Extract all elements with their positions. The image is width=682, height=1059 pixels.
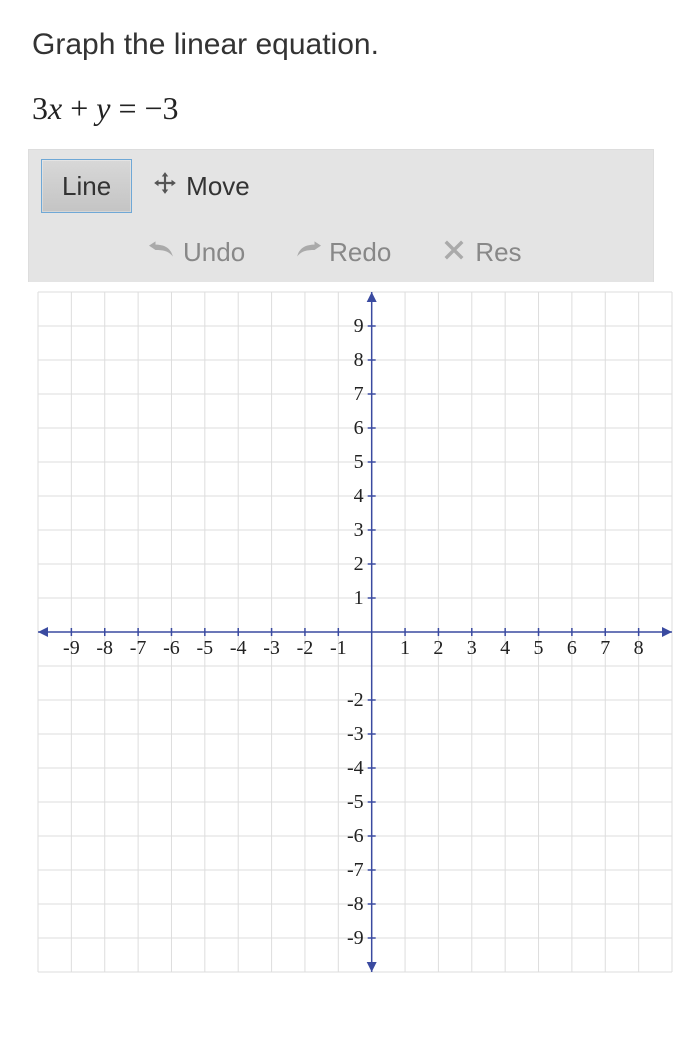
- undo-icon: [149, 237, 175, 268]
- svg-text:8: 8: [354, 349, 364, 371]
- svg-text:-4: -4: [347, 757, 364, 779]
- tool-mode-row: Line Move: [29, 150, 653, 222]
- coef: 3: [32, 90, 48, 126]
- svg-text:-3: -3: [263, 637, 280, 659]
- svg-text:8: 8: [634, 637, 644, 659]
- svg-text:-3: -3: [347, 723, 364, 745]
- svg-text:-6: -6: [163, 637, 180, 659]
- svg-text:2: 2: [433, 637, 443, 659]
- close-icon: [441, 237, 467, 268]
- svg-text:5: 5: [354, 451, 364, 473]
- redo-icon: [295, 237, 321, 268]
- svg-text:-7: -7: [347, 859, 364, 881]
- svg-text:-9: -9: [63, 637, 80, 659]
- svg-text:4: 4: [354, 485, 364, 507]
- coordinate-grid[interactable]: -9 -8 -7 -6 -5 -4 -3 -2 -1 1 2 3 4 5 6 7 8 -9 -8 -7 -6 -5 -4 -3…: [28, 282, 682, 982]
- graph-canvas[interactable]: -9 -8 -7 -6 -5 -4 -3 -2 -1 1 2 3 4 5 6 7 8 -9 -8 -7 -6 -5 -4 -3…: [28, 282, 682, 982]
- reset-label: Res: [475, 237, 521, 268]
- svg-text:1: 1: [400, 637, 410, 659]
- svg-text:-4: -4: [230, 637, 247, 659]
- move-icon: [152, 170, 178, 203]
- undo-label: Undo: [183, 237, 245, 268]
- move-tool-label: Move: [186, 171, 250, 202]
- svg-text:6: 6: [567, 637, 577, 659]
- svg-text:3: 3: [467, 637, 477, 659]
- svg-text:-7: -7: [130, 637, 147, 659]
- line-tool-button[interactable]: Line: [41, 159, 132, 213]
- equals: =: [110, 90, 144, 126]
- svg-text:5: 5: [534, 637, 544, 659]
- graph-toolbar: Line Move Undo: [28, 149, 654, 282]
- svg-text:-8: -8: [347, 893, 364, 915]
- svg-text:-6: -6: [347, 825, 364, 847]
- redo-label: Redo: [329, 237, 391, 268]
- svg-text:4: 4: [500, 637, 510, 659]
- svg-text:7: 7: [600, 637, 610, 659]
- svg-text:2: 2: [354, 553, 364, 575]
- move-tool-button[interactable]: Move: [132, 159, 270, 213]
- tool-action-row: Undo Redo Res: [29, 222, 653, 282]
- svg-text:-2: -2: [297, 637, 314, 659]
- plus: +: [62, 90, 96, 126]
- svg-text:-5: -5: [347, 791, 364, 813]
- x-var: x: [48, 90, 62, 126]
- svg-text:1: 1: [354, 587, 364, 609]
- svg-text:7: 7: [354, 383, 364, 405]
- line-tool-label: Line: [62, 171, 111, 202]
- equation-text: 3x + y = −3: [32, 90, 650, 127]
- svg-text:-5: -5: [197, 637, 214, 659]
- instruction-text: Graph the linear equation.: [32, 28, 650, 62]
- svg-text:6: 6: [354, 417, 364, 439]
- reset-button[interactable]: Res: [441, 237, 521, 268]
- rhs: −3: [145, 90, 179, 126]
- svg-text:-1: -1: [330, 637, 347, 659]
- svg-text:-8: -8: [96, 637, 113, 659]
- redo-button[interactable]: Redo: [295, 237, 391, 268]
- svg-text:3: 3: [354, 519, 364, 541]
- y-var: y: [96, 90, 110, 126]
- svg-text:9: 9: [354, 315, 364, 337]
- undo-button[interactable]: Undo: [149, 237, 245, 268]
- svg-text:-9: -9: [347, 927, 364, 949]
- svg-text:-2: -2: [347, 689, 364, 711]
